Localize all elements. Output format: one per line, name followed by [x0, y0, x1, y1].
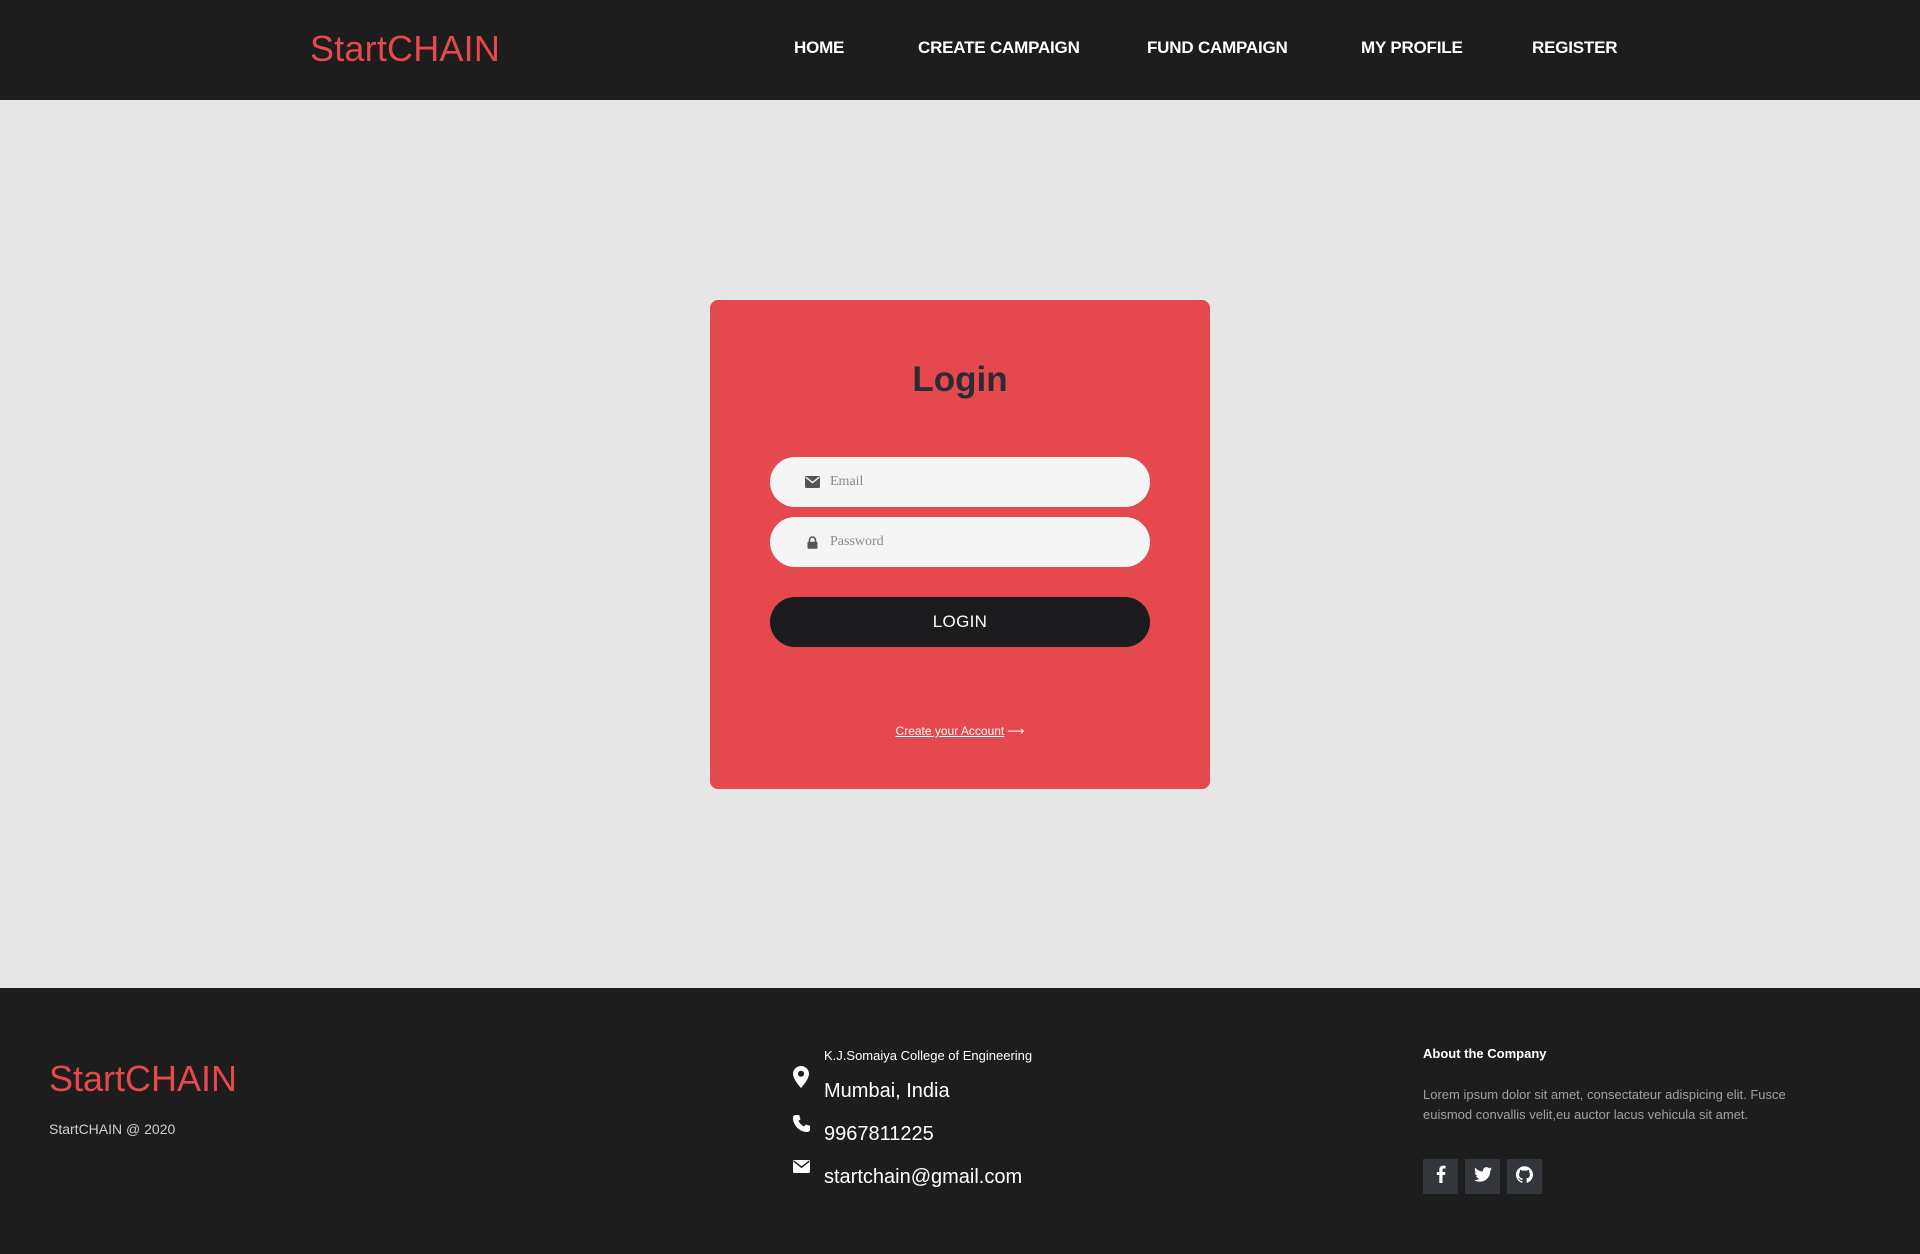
address-line-2: Mumbai, India — [824, 1080, 950, 1102]
envelope-icon — [804, 474, 820, 490]
about-text: Lorem ipsum dolor sit amet, consectateur… — [1423, 1087, 1786, 1122]
address-line-1: K.J.Somaiya College of Engineering — [824, 1048, 1033, 1063]
map-marker-icon — [790, 1066, 812, 1088]
create-account-label: Create your Account — [895, 724, 1005, 738]
top-navbar: StartCHAIN HOME CREATE CAMPAIGN FUND CAM… — [0, 0, 1920, 100]
login-title: Login — [912, 360, 1008, 399]
brand-logo[interactable]: StartCHAIN — [310, 28, 500, 70]
footer-brand: StartCHAIN — [49, 1058, 238, 1099]
create-account-link[interactable]: Create your Account ⟶ — [710, 724, 1210, 738]
phone-icon — [790, 1112, 812, 1134]
nav-fund-campaign[interactable]: FUND CAMPAIGN — [1147, 38, 1288, 58]
arrow-right-icon: ⟶ — [1007, 724, 1025, 738]
facebook-button[interactable] — [1423, 1159, 1458, 1194]
footer-email[interactable]: startchain@gmail.com — [824, 1166, 1022, 1189]
github-button[interactable] — [1507, 1159, 1542, 1194]
footer: StartCHAIN StartCHAIN @ 2020 K.J.Somaiya… — [0, 988, 1920, 1254]
password-field[interactable] — [770, 517, 1150, 567]
lock-icon — [804, 534, 820, 550]
email-field[interactable] — [770, 457, 1150, 507]
twitter-button[interactable] — [1465, 1159, 1500, 1194]
nav-create-campaign[interactable]: CREATE CAMPAIGN — [918, 38, 1080, 58]
login-button[interactable]: LOGIN — [770, 597, 1150, 647]
facebook-icon — [1436, 1165, 1446, 1188]
email-input[interactable] — [830, 457, 1130, 507]
footer-copyright: StartCHAIN @ 2020 — [49, 1121, 176, 1137]
login-card: Login LOGIN Create your Account⟶ — [710, 300, 1210, 789]
github-icon — [1516, 1165, 1533, 1188]
nav-home[interactable]: HOME — [794, 38, 844, 58]
nav-register[interactable]: REGISTER — [1532, 38, 1618, 58]
password-input[interactable] — [830, 517, 1130, 567]
envelope-icon — [790, 1155, 812, 1177]
nav-my-profile[interactable]: MY PROFILE — [1361, 38, 1463, 58]
about-title: About the Company — [1423, 1046, 1547, 1061]
twitter-icon — [1473, 1166, 1492, 1187]
footer-phone: 9967811225 — [824, 1123, 934, 1145]
